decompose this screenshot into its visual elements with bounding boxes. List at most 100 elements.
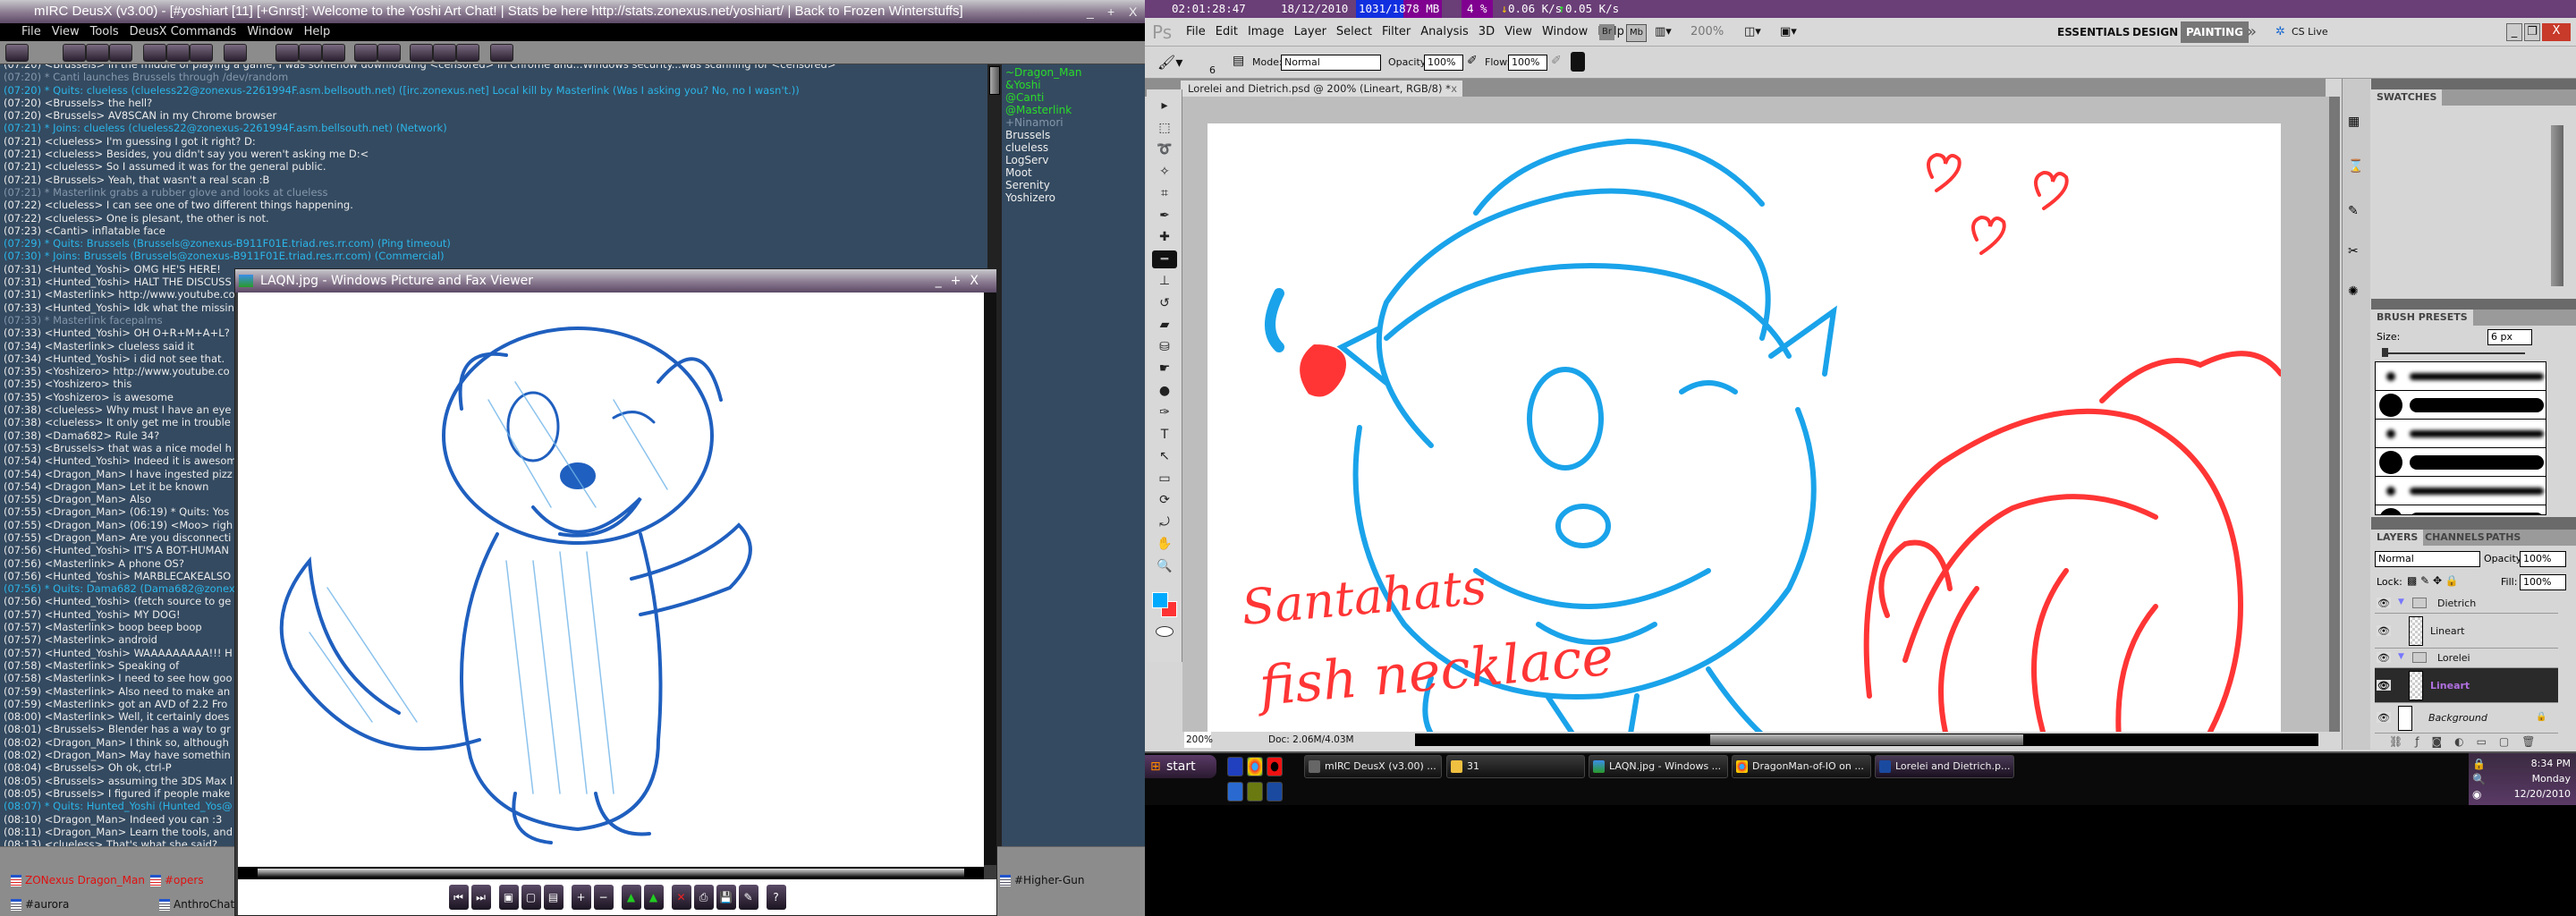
visibility-eye-icon[interactable]: 👁 — [2377, 712, 2391, 724]
toolbar-button[interactable] — [63, 44, 86, 62]
brush-preset[interactable] — [2376, 391, 2546, 420]
nick-item[interactable]: &Yoshi — [1002, 79, 1145, 91]
start-button[interactable]: ⊞ start — [1145, 755, 1216, 778]
stamp-tool-icon[interactable]: ⊥ — [1152, 272, 1177, 290]
more-workspaces-button[interactable]: » — [2247, 18, 2257, 47]
brush-preset[interactable] — [2376, 362, 2546, 391]
mirc-title-bar[interactable]: mIRC DeusX (v3.00) - [#yoshiart [11] [+G… — [0, 0, 1145, 23]
toolbar-button[interactable] — [456, 44, 479, 62]
toolbar-button[interactable] — [5, 44, 29, 62]
layer-row-lineart[interactable]: 👁 Lineart — [2375, 668, 2558, 703]
toolbar-button[interactable] — [109, 44, 132, 62]
layer-row-lorelei[interactable]: 👁 ▼ Lorelei — [2375, 649, 2558, 668]
scroll-thumb[interactable] — [258, 869, 964, 878]
nick-item[interactable]: @Masterlink — [1002, 104, 1145, 116]
menu-select[interactable]: Select — [1336, 18, 1372, 47]
visibility-eye-icon[interactable]: 👁 — [2377, 624, 2391, 637]
nick-item[interactable]: Brussels — [1002, 129, 1145, 141]
healing-tool-icon[interactable]: ✚ — [1152, 228, 1177, 246]
group-expand-icon[interactable]: ▼ — [2398, 598, 2404, 606]
mini-bridge-button[interactable]: Mb — [1626, 24, 1647, 42]
switch-higher-gun[interactable]: #Higher-Gun — [1000, 874, 1084, 886]
arrange-documents-button[interactable]: ◫▾ — [1744, 18, 1761, 47]
opacity-input[interactable]: 100% — [1424, 55, 1463, 71]
menu-view[interactable]: View — [1504, 18, 1532, 47]
toolbar-button[interactable] — [299, 44, 322, 62]
swatches-scrollbar[interactable] — [2551, 125, 2563, 286]
3d-orbit-tool-icon[interactable]: ⤾ — [1152, 513, 1177, 531]
layer-opacity-input[interactable]: 100% — [2520, 551, 2566, 567]
rotate-counterclockwise-button[interactable]: ▲ — [643, 885, 664, 910]
workspace-essentials[interactable]: ESSENTIALS — [2057, 18, 2130, 47]
type-tool-icon[interactable]: T — [1152, 426, 1177, 444]
layer-row-lineart[interactable]: 👁 Lineart — [2375, 614, 2558, 649]
photoshop-quicklaunch-icon[interactable] — [1267, 782, 1283, 802]
layer-actions-bar[interactable]: ⛓ƒ◙◐▭▢🗑 — [2389, 735, 2547, 748]
taskbar-button-folder[interactable]: 31 — [1446, 755, 1585, 778]
eyedropper-tool-icon[interactable]: ✒ — [1152, 207, 1177, 225]
3d-rotate-tool-icon[interactable]: ⟳ — [1152, 491, 1177, 509]
nick-item[interactable]: ~Dragon_Man — [1002, 66, 1145, 79]
nick-item[interactable]: +Ninamori — [1002, 116, 1145, 129]
dodge-tool-icon[interactable]: ● — [1152, 382, 1177, 400]
tab-brush-presets[interactable]: BRUSH PRESETS — [2371, 310, 2473, 326]
foreground-color-swatch[interactable] — [1152, 592, 1168, 608]
itunes-quicklaunch-icon[interactable] — [1227, 782, 1243, 802]
viewer-title-bar[interactable]: LAQN.jpg - Windows Picture and Fax Viewe… — [235, 269, 996, 293]
brush-list[interactable] — [2375, 361, 2546, 515]
close-button[interactable]: X — [2542, 23, 2571, 41]
rectangle-tool-icon[interactable]: ▭ — [1152, 470, 1177, 488]
lock-icons[interactable]: ▩ ✎ ✥ 🔒 — [2407, 574, 2459, 587]
pressure-size-button[interactable] — [1571, 52, 1585, 72]
slider-thumb[interactable] — [2382, 348, 2388, 357]
pressure-opacity-icon[interactable]: ✐ — [1467, 54, 1478, 68]
window-controls[interactable]: _+X — [936, 269, 987, 293]
menu-tools[interactable]: Tools — [90, 25, 119, 38]
print-button[interactable]: ⎙ — [693, 885, 714, 910]
menu-deusx-commands[interactable]: DeusX Commands — [130, 25, 237, 38]
visibility-eye-icon[interactable]: 👁 — [2377, 679, 2391, 691]
toolbar-button[interactable] — [86, 44, 109, 62]
brush-preset[interactable] — [2376, 505, 2546, 514]
nick-item[interactable]: @Canti — [1002, 91, 1145, 104]
history-icon[interactable]: ⌛ — [2348, 159, 2363, 174]
tab-channels[interactable]: CHANNELS — [2419, 530, 2490, 546]
rotate-clockwise-button[interactable]: ▲ — [621, 885, 641, 910]
lasso-tool-icon[interactable]: ➰ — [1152, 140, 1177, 158]
toolbar-button[interactable] — [190, 44, 213, 62]
zoom-in-button[interactable]: + — [571, 885, 591, 910]
taskbar-button-mirc[interactable]: mIRC DeusX (v3.00) ... — [1304, 755, 1442, 778]
document-canvas[interactable]: Santahats fish necklace — [1208, 123, 2284, 732]
menu-window[interactable]: Window — [247, 25, 292, 38]
menu-file[interactable]: File — [21, 25, 41, 38]
previous-image-button[interactable]: ⏮ — [448, 885, 469, 910]
toolbar-button[interactable] — [354, 44, 377, 62]
scroll-thumb[interactable] — [1710, 734, 2023, 745]
brush-preset[interactable] — [2376, 477, 2546, 505]
layer-row-dietrich[interactable]: 👁 ▼ Dietrich — [2375, 594, 2558, 614]
slideshow-button[interactable]: ▤ — [543, 885, 564, 910]
close-button[interactable]: X — [1129, 0, 1137, 23]
minimize-button[interactable]: _ — [1087, 0, 1094, 23]
brush-size-input[interactable]: 6 px — [2487, 329, 2532, 345]
dreamweaver-quicklaunch-icon[interactable] — [1247, 782, 1263, 802]
brush-preset[interactable] — [2376, 448, 2546, 477]
brush-tool-icon[interactable]: 🖌▾ — [1157, 54, 1182, 71]
brush-size[interactable]: 6 — [1209, 64, 1216, 76]
hand-tool-icon[interactable]: ✋ — [1152, 535, 1177, 553]
toolbar-button[interactable] — [143, 44, 166, 62]
quick-mask-icon[interactable] — [1156, 626, 1174, 637]
taskbar-button-photoshop[interactable]: Lorelei and Dietrich.p... — [1875, 755, 2014, 778]
view-extras-button[interactable]: ▥▾ — [1655, 18, 1672, 47]
fill-input[interactable]: 100% — [2520, 574, 2566, 590]
brush-panel-toggle-icon[interactable]: ▤ — [1233, 54, 1244, 68]
close-tab-icon[interactable]: x — [1451, 81, 1457, 97]
menu-window[interactable]: Window — [1542, 18, 1588, 47]
scroll-thumb[interactable] — [989, 66, 1000, 95]
nick-item[interactable]: LogServ — [1002, 154, 1145, 166]
zoom-tool-icon[interactable]: 🔍 — [1152, 557, 1177, 575]
workspace-design[interactable]: DESIGN — [2132, 18, 2178, 47]
taskbar-button-chrome[interactable]: DragonMan-of-IO on ... — [1732, 755, 1871, 778]
switch-anthrochat[interactable]: AnthroChat F — [159, 898, 244, 911]
bridge-button[interactable]: Br — [1599, 24, 1614, 40]
